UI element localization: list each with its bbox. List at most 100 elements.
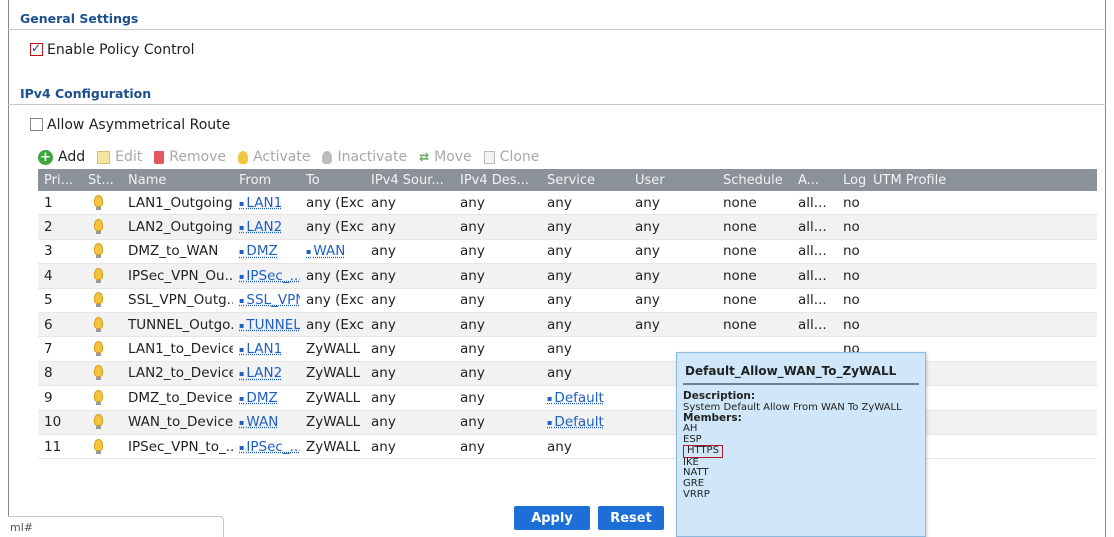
to-cell-text: any (Exc... [306, 267, 365, 284]
from-cell-text[interactable]: LAN2 [239, 365, 282, 381]
column-header-action[interactable]: A... [792, 173, 837, 188]
name-cell-text: WAN_to_Device [128, 414, 233, 431]
status-cell [82, 292, 122, 308]
status-lightbulb-icon[interactable] [94, 194, 103, 210]
status-lightbulb-icon[interactable] [94, 438, 103, 454]
ipv4-destination-cell: any [454, 414, 541, 430]
name-cell: LAN1_to_Device [122, 341, 233, 357]
enable-policy-option[interactable]: Enable Policy Control [30, 41, 195, 58]
asymmetrical-route-option[interactable]: Allow Asymmetrical Route [30, 117, 230, 133]
table-row[interactable]: 10WAN_to_DeviceWANZyWALLanyanyDefaultno [38, 410, 1097, 435]
status-lightbulb-icon[interactable] [94, 243, 103, 259]
table-header: Pri... St... Name From To IPv4 Sour... I… [38, 169, 1097, 191]
edit-label: Edit [115, 149, 143, 165]
status-lightbulb-icon[interactable] [94, 292, 103, 308]
table-row[interactable]: 4 IPSec_VPN_Ou... IPSec_... any (Exc... any a… [38, 264, 1097, 289]
service-cell-text[interactable]: Default [547, 390, 604, 406]
from-cell-text[interactable]: DMZ [239, 243, 278, 259]
service-cell: any [541, 243, 629, 259]
asymmetrical-route-checkbox[interactable] [30, 118, 43, 131]
table-row[interactable]: 1 LAN1_Outgoing LAN1 any (Exc... any any any an… [38, 191, 1097, 216]
priority-cell: 2 [38, 219, 82, 235]
from-cell-text[interactable]: LAN1 [239, 195, 282, 211]
move-label: Move [434, 149, 472, 165]
user-cell: any [629, 268, 717, 284]
log-cell-text: no [843, 292, 860, 309]
activate-button[interactable]: Activate [238, 149, 310, 165]
column-header-status[interactable]: St... [82, 173, 122, 188]
status-lightbulb-icon[interactable] [94, 341, 103, 357]
table-row[interactable]: 8LAN2_to_DeviceLAN2ZyWALLanyanyanyno [38, 361, 1097, 387]
column-header-user[interactable]: User [629, 173, 717, 188]
status-cell [82, 219, 122, 235]
status-lightbulb-icon[interactable] [94, 414, 103, 430]
column-header-from[interactable]: From [233, 173, 300, 188]
apply-button[interactable]: Apply [514, 506, 590, 530]
service-cell: any [541, 317, 629, 333]
ipv4-destination-cell-text: any [460, 438, 485, 455]
from-cell-text[interactable]: DMZ [239, 390, 278, 406]
column-header-schedule[interactable]: Schedule [717, 173, 792, 188]
from-cell-text[interactable]: IPSec_... [239, 268, 300, 284]
from-cell-text[interactable]: LAN1 [239, 341, 282, 357]
to-cell: any (Exc... [300, 292, 365, 308]
status-lightbulb-icon[interactable] [94, 389, 103, 405]
from-cell-text[interactable]: TUNNEL [239, 317, 300, 333]
ipv4-source-cell: any [365, 219, 454, 235]
table-row[interactable]: 9DMZ_to_DeviceDMZZyWALLanyanyDefaultno [38, 386, 1097, 411]
name-cell-text: IPSec_VPN_Ou... [128, 267, 233, 284]
log-cell-text: no [843, 194, 860, 211]
remove-button[interactable]: Remove [154, 149, 226, 165]
to-cell-text: any (Exc... [306, 219, 365, 236]
name-cell: TUNNEL_Outgo... [122, 317, 233, 333]
tooltip-member-item: VRRP [683, 488, 710, 500]
table-row[interactable]: 6 TUNNEL_Outgo... TUNNEL any (Exc... any any a… [38, 312, 1097, 338]
column-header-log[interactable]: Log [837, 173, 867, 188]
status-lightbulb-icon[interactable] [94, 267, 103, 283]
user-cell: any [629, 243, 717, 259]
add-icon: + [38, 149, 53, 165]
service-cell-text: any [547, 267, 572, 284]
column-header-ipv4-destination[interactable]: IPv4 Des... [454, 173, 541, 188]
to-cell-text[interactable]: WAN [306, 243, 345, 259]
ipv4-destination-cell: any [454, 219, 541, 235]
schedule-cell-text: none [723, 194, 757, 211]
priority-cell: 6 [38, 317, 82, 333]
reset-button[interactable]: Reset [598, 506, 664, 530]
to-cell: any (Exc... [300, 268, 365, 284]
to-cell: any (Exc... [300, 195, 365, 211]
status-lightbulb-icon[interactable] [94, 365, 103, 381]
service-cell: Default [541, 414, 629, 430]
clone-button[interactable]: Clone [483, 149, 539, 165]
status-lightbulb-icon[interactable] [94, 316, 103, 332]
user-cell-text: any [635, 243, 660, 260]
to-cell: ZyWALL [300, 390, 365, 406]
service-cell-text[interactable]: Default [547, 414, 604, 430]
column-header-priority[interactable]: Pri... [38, 173, 82, 188]
column-header-name[interactable]: Name [122, 173, 233, 188]
move-button[interactable]: ⇄ Move [419, 149, 472, 165]
priority-cell-text: 1 [44, 194, 53, 211]
column-header-service[interactable]: Service [541, 173, 629, 188]
enable-policy-label: Enable Policy Control [47, 42, 195, 58]
from-cell-text[interactable]: WAN [239, 414, 278, 430]
enable-policy-checkbox[interactable] [30, 41, 43, 56]
table-row[interactable]: 2 LAN2_Outgoing LAN2 any (Exc... any any any an… [38, 215, 1097, 240]
from-cell-text[interactable]: SSL_VPN [239, 292, 300, 308]
table-row[interactable]: 5 SSL_VPN_Outg... SSL_VPN any (Exc... any any… [38, 288, 1097, 313]
column-header-to[interactable]: To [300, 173, 365, 188]
table-row[interactable]: 7LAN1_to_DeviceLAN1ZyWALLanyanyanyno [38, 337, 1097, 362]
column-header-utm-profile[interactable]: UTM Profile [867, 173, 977, 188]
from-cell: DMZ [233, 390, 300, 406]
table-row[interactable]: 11 IPSec_VPN_to_... IPSec_... ZyWALL any any a… [38, 434, 1097, 460]
from-cell-text[interactable]: IPSec_... [239, 439, 300, 455]
edit-button[interactable]: Edit [97, 149, 142, 165]
from-cell-text[interactable]: LAN2 [239, 219, 282, 235]
column-header-ipv4-source[interactable]: IPv4 Sour... [365, 173, 454, 188]
table-row[interactable]: 3 DMZ_to_WAN DMZ WAN any any any any none all... n… [38, 239, 1097, 265]
ipv4-destination-cell-text: any [460, 292, 485, 309]
add-button[interactable]: + Add [38, 149, 85, 165]
status-lightbulb-icon[interactable] [94, 219, 103, 235]
tooltip-title: Default_Allow_WAN_To_ZyWALL [683, 356, 919, 385]
inactivate-button[interactable]: Inactivate [322, 149, 407, 165]
